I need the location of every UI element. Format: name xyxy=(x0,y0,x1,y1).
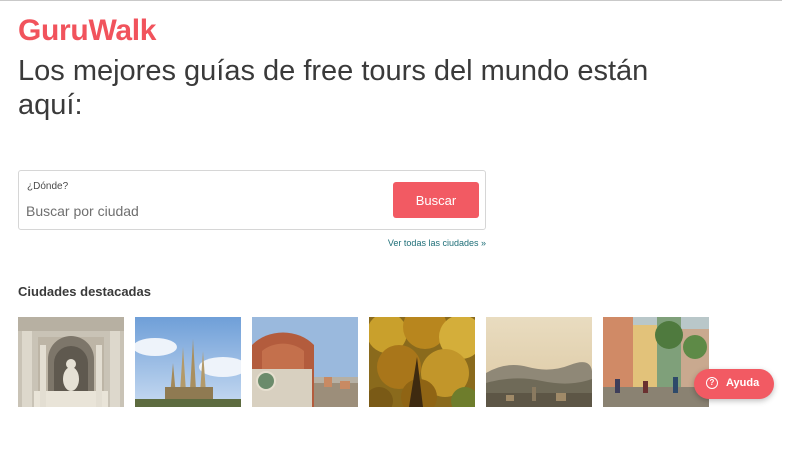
city-tile-2[interactable] xyxy=(135,317,241,407)
basilica-spires-photo xyxy=(135,317,241,407)
city-tile-5[interactable] xyxy=(486,317,592,407)
page-headline: Los mejores guías de free tours del mund… xyxy=(18,55,649,121)
street-market-photo xyxy=(603,317,709,407)
search-box: ¿Dónde? Buscar xyxy=(18,170,486,230)
city-tile-6[interactable] xyxy=(603,317,709,407)
city-tile-4[interactable] xyxy=(369,317,475,407)
autumn-trees-photo xyxy=(369,317,475,407)
featured-cities-title: Ciudades destacadas xyxy=(18,284,151,299)
help-label: Ayuda xyxy=(726,377,760,389)
all-cities-link[interactable]: Ver todas las ciudades » xyxy=(300,238,486,248)
hilltop-city-photo xyxy=(486,317,592,407)
cathedral-dome-photo xyxy=(252,317,358,407)
help-button[interactable]: ? Ayuda xyxy=(694,369,774,399)
search-button[interactable]: Buscar xyxy=(393,182,479,218)
city-tile-3[interactable] xyxy=(252,317,358,407)
top-divider xyxy=(0,0,782,1)
fountain-monument-photo xyxy=(18,317,124,407)
question-icon: ? xyxy=(706,377,718,389)
city-tile-1[interactable] xyxy=(18,317,124,407)
search-caption: ¿Dónde? xyxy=(27,181,69,192)
logo[interactable]: GuruWalk xyxy=(18,14,156,48)
city-search-input[interactable] xyxy=(26,200,376,222)
page: GuruWalk Los mejores guías de free tours… xyxy=(0,0,800,454)
